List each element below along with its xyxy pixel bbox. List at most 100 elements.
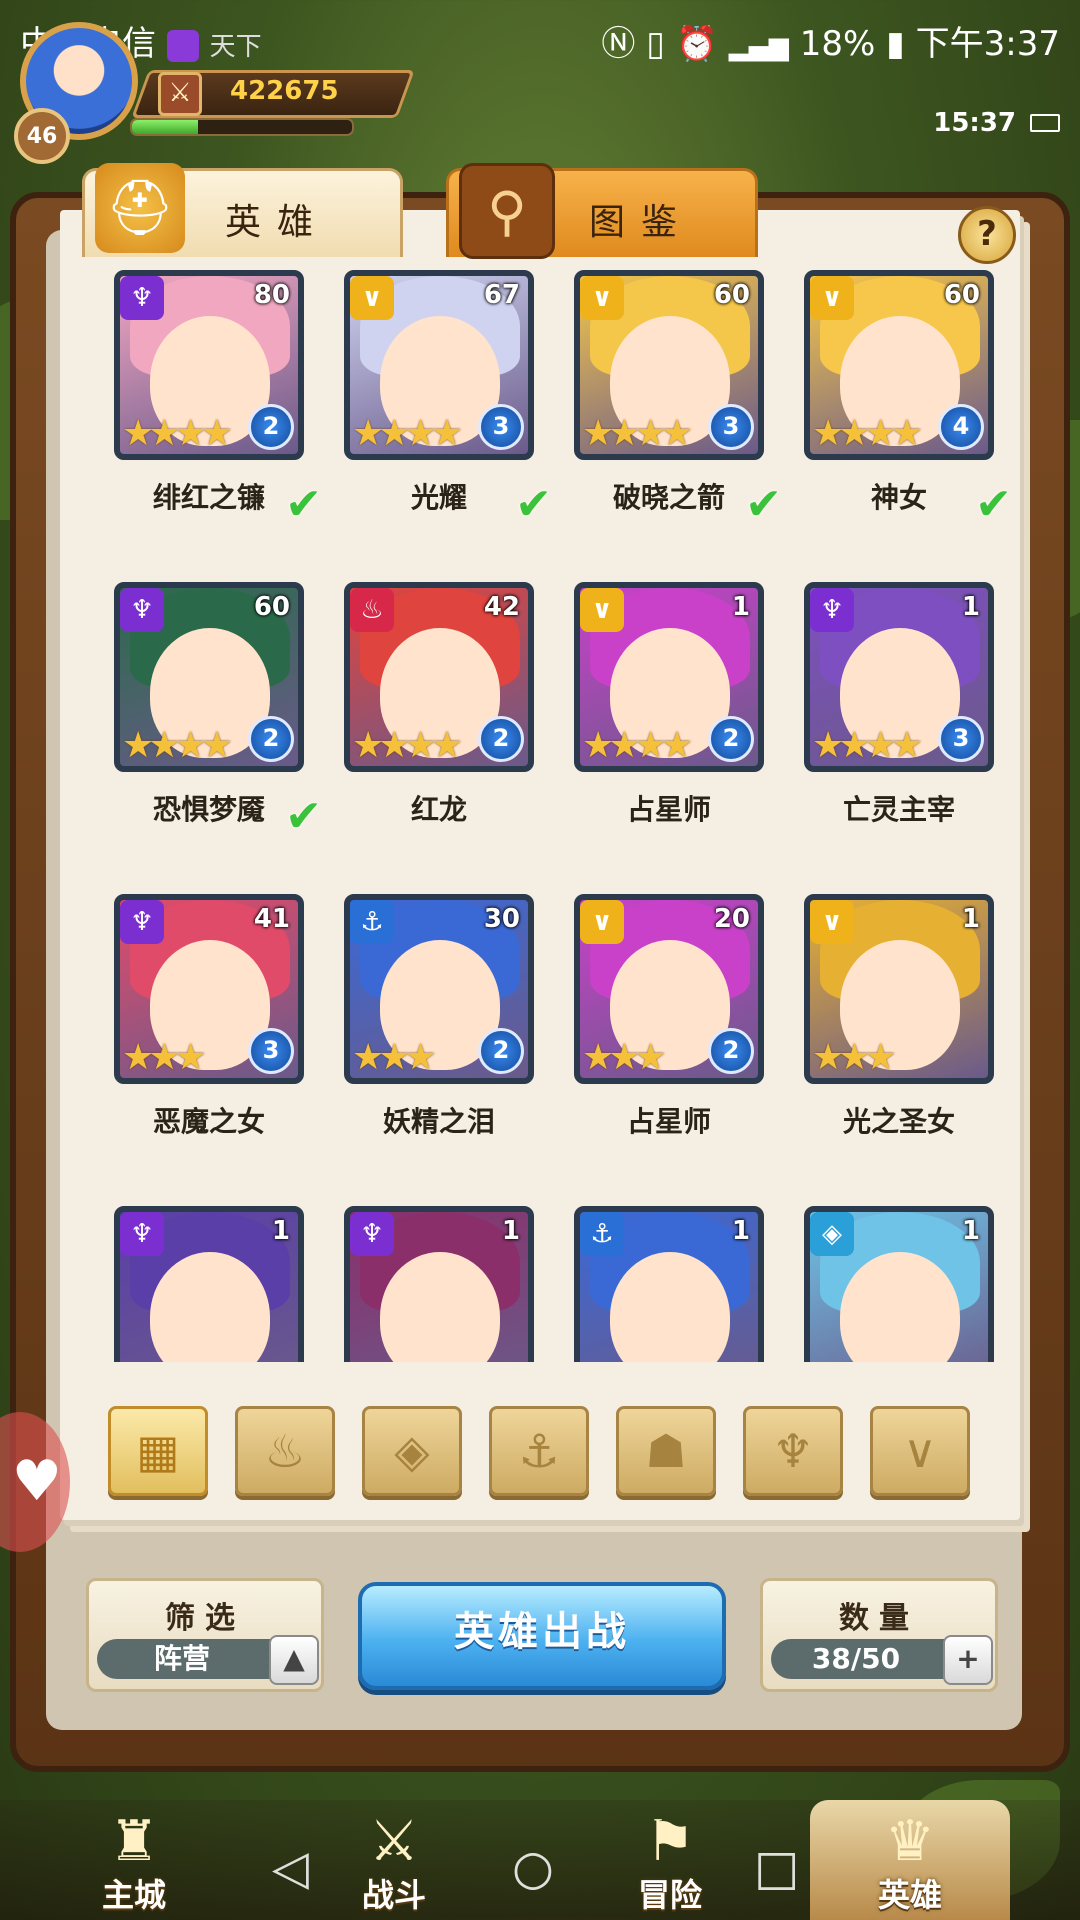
dark-faction-icon: ♆: [120, 1212, 164, 1256]
system-home-icon[interactable]: ○: [512, 1840, 554, 1896]
help-button[interactable]: ?: [958, 206, 1016, 264]
hero-card[interactable]: ∨ 1 ★★★ 光之圣女: [768, 886, 998, 1156]
hero-card[interactable]: ∨ 60 ★★★★ 3 ✔ 破晓之箭: [538, 262, 782, 532]
hero-card[interactable]: ♨ 42 ★★★★ 2 红龙: [308, 574, 538, 844]
hero-card[interactable]: ◈ 1: [768, 1198, 998, 1362]
hero-card[interactable]: ⚓ 30 ★★★ 2 妖精之泪: [308, 886, 538, 1156]
filter-grid-icon[interactable]: ▦: [108, 1406, 208, 1496]
hero-portrait: ♆ 80 ★★★★ 2: [114, 270, 304, 460]
system-back-icon[interactable]: ◁: [272, 1840, 309, 1896]
nature-faction-icon: ◈: [810, 1212, 854, 1256]
hero-name: 红龙: [410, 793, 467, 826]
light-faction-icon: ∨: [810, 276, 854, 320]
count-display: 38/50 +: [771, 1635, 993, 1685]
hero-name: 光之圣女: [842, 1105, 955, 1138]
deploy-heroes-button[interactable]: 英雄出战: [358, 1582, 726, 1690]
hero-level: 1: [731, 1216, 750, 1246]
hero-name: 绯红之镰: [152, 481, 265, 514]
hero-card[interactable]: ♆ 41 ★★★ 3 恶魔之女: [78, 886, 308, 1156]
filter-title: 筛选: [165, 1601, 245, 1636]
tab-codex[interactable]: ⚲ 图鉴: [446, 163, 758, 259]
filter-fire-faction-icon[interactable]: ♨: [235, 1406, 335, 1496]
hero-rank-badge: 4: [938, 404, 984, 450]
filter-nature-faction-icon[interactable]: ◈: [362, 1406, 462, 1496]
hero-card[interactable]: ∨ 1 ★★★★ 2 占星师: [538, 574, 768, 844]
hero-rank-badge: 2: [248, 716, 294, 762]
hero-level: 1: [501, 1216, 520, 1246]
filter-light-faction-icon[interactable]: ∨: [870, 1406, 970, 1496]
filter-anchor-faction-icon[interactable]: ⚓: [489, 1406, 589, 1496]
hero-card[interactable]: ♆ 1 ★★★★ 3 亡灵主宰: [768, 574, 998, 844]
hero-stars: ★★★★: [122, 725, 233, 766]
hero-count-panel: 数量 38/50 +: [760, 1578, 998, 1692]
player-level-badge: 46: [14, 108, 70, 164]
hero-level: 1: [731, 592, 750, 622]
hero-level: 60: [713, 280, 750, 310]
nav-castle[interactable]: ♜ 主城: [34, 1800, 234, 1920]
filter-toggle-button[interactable]: ▲: [269, 1635, 319, 1685]
hero-stars: ★★★★: [812, 725, 923, 766]
nav-adventure[interactable]: ⚑ 冒险: [570, 1800, 770, 1920]
signal-icon: ▂▄▆: [728, 32, 789, 62]
hero-level: 1: [961, 904, 980, 934]
hero-rank-badge: 2: [478, 716, 524, 762]
hero-level: 80: [253, 280, 290, 310]
hero-stars: ★★★: [122, 1037, 207, 1078]
tab-heroes[interactable]: ⛑ 英雄: [82, 163, 403, 257]
hero-portrait: ∨ 20 ★★★ 2: [574, 894, 764, 1084]
hero-grid: ♆ 80 ★★★★ 2 ✔ 绯红之镰 ∨ 67 ★★★★ 3 ✔ 光耀 ∨ 60 ★★★★ 3 ✔ 破晓之箭 ∨ 60…: [60, 262, 1020, 1362]
hero-portrait: ♨ 42 ★★★★ 2: [344, 582, 534, 772]
hero-card[interactable]: ♆ 1: [308, 1198, 538, 1362]
hero-level: 1: [961, 592, 980, 622]
filter-panel: 筛选 阵营 ▲: [86, 1578, 324, 1692]
experience-fill: [132, 120, 198, 134]
hero-portrait: ∨ 1 ★★★★ 2: [574, 582, 764, 772]
nav-hero-crown[interactable]: ♛ 英雄: [810, 1800, 1010, 1920]
hero-portrait: ∨ 60 ★★★★ 3: [574, 270, 764, 460]
vibrate-icon: ▯: [646, 24, 665, 64]
hero-card[interactable]: ∨ 67 ★★★★ 3 ✔ 光耀: [308, 262, 552, 532]
hero-card[interactable]: ♆ 1: [78, 1198, 308, 1362]
filter-select[interactable]: 阵营 ▲: [97, 1635, 319, 1685]
hero-level: 20: [713, 904, 750, 934]
hero-name: 占星师: [626, 793, 711, 826]
hero-name: 神女: [870, 481, 927, 514]
hero-rank-badge: 2: [708, 716, 754, 762]
hero-level: 1: [961, 1216, 980, 1246]
light-faction-icon: ∨: [810, 900, 854, 944]
hero-portrait: ∨ 60 ★★★★ 4: [804, 270, 994, 460]
filter-beast-faction-icon[interactable]: ☗: [616, 1406, 716, 1496]
hero-card[interactable]: ∨ 60 ★★★★ 4 ✔ 神女: [768, 262, 1012, 532]
tab-heroes-label: 英雄: [225, 202, 330, 243]
hero-card[interactable]: ♆ 60 ★★★★ 2 ✔ 恐惧梦魇: [78, 574, 322, 844]
count-value: 38/50: [811, 1642, 901, 1675]
hero-level: 1: [271, 1216, 290, 1246]
nav-swords[interactable]: ⚔ 战斗: [294, 1800, 494, 1920]
hero-rank-badge: 2: [248, 404, 294, 450]
faction-filter-bar: ▦ ♨ ◈ ⚓ ☗ ♆ ∨: [108, 1406, 978, 1496]
expand-capacity-button[interactable]: +: [943, 1635, 993, 1685]
hero-level: 60: [253, 592, 290, 622]
dark-faction-icon: ♆: [350, 1212, 394, 1256]
light-faction-icon: ∨: [580, 900, 624, 944]
hero-level: 30: [483, 904, 520, 934]
nfc-icon: Ⓝ: [601, 24, 636, 64]
hero-level: 41: [253, 904, 290, 934]
hero-stars: ★★★: [812, 1037, 897, 1078]
light-faction-icon: ∨: [580, 588, 624, 632]
hero-portrait: ∨ 1 ★★★: [804, 894, 994, 1084]
nav-label: 主城: [101, 1876, 166, 1914]
hero-rank-badge: 3: [938, 716, 984, 762]
hero-card[interactable]: ∨ 20 ★★★ 2 占星师: [538, 886, 768, 1156]
hero-name: 光耀: [410, 481, 467, 514]
hero-card[interactable]: ⚓ 1: [538, 1198, 768, 1362]
water-faction-icon: ⚓: [580, 1212, 624, 1256]
filter-dark-faction-icon[interactable]: ♆: [743, 1406, 843, 1496]
system-recents-icon[interactable]: □: [754, 1840, 799, 1896]
hero-portrait: ♆ 1 ★★★★ 3: [804, 582, 994, 772]
hero-stars: ★★★★: [352, 725, 463, 766]
hero-card[interactable]: ♆ 80 ★★★★ 2 ✔ 绯红之镰: [78, 262, 322, 532]
nav-label: 战斗: [361, 1876, 426, 1914]
game-clock: 15:37: [933, 108, 1016, 138]
battery-icon: ▮: [886, 24, 905, 64]
